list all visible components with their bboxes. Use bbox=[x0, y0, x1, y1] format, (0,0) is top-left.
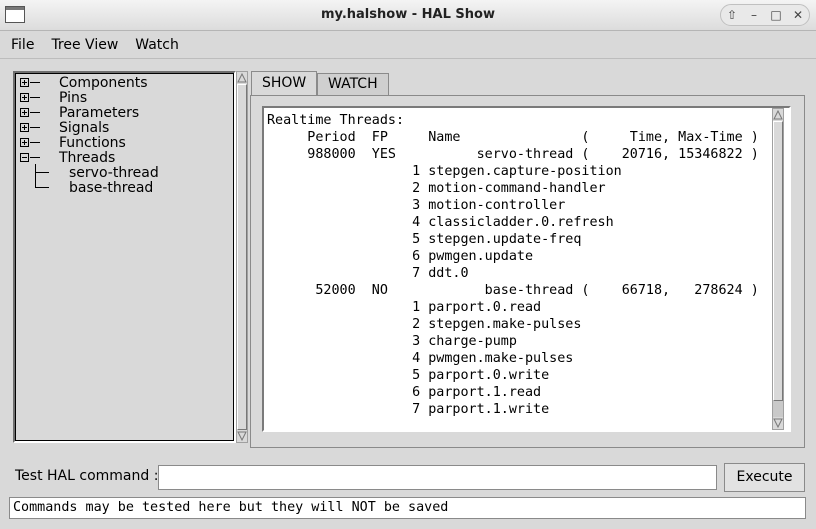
expand-icon[interactable] bbox=[20, 78, 29, 87]
tree-node-base-thread[interactable]: base-thread bbox=[69, 179, 154, 196]
tree-node-label: base-thread bbox=[69, 179, 154, 196]
tree-node-label: Parameters bbox=[59, 104, 140, 121]
menu-tree-view[interactable]: Tree View bbox=[45, 37, 124, 53]
tree-node-components[interactable]: Components bbox=[59, 74, 148, 91]
test-hal-command-label: Test HAL command : bbox=[15, 468, 159, 484]
minimize-icon[interactable]: – bbox=[744, 5, 764, 25]
tab-show[interactable]: SHOW bbox=[251, 71, 318, 96]
show-text-line: 6 pwmgen.update bbox=[267, 249, 534, 264]
collapse-icon[interactable] bbox=[20, 153, 29, 162]
expand-icon[interactable] bbox=[20, 93, 29, 102]
tree-node-label: Pins bbox=[59, 89, 88, 106]
scroll-thumb[interactable] bbox=[773, 121, 783, 401]
tree-node-parameters[interactable]: Parameters bbox=[59, 104, 140, 121]
show-text-line: 7 parport.1.write bbox=[267, 402, 550, 417]
show-text-line: 2 stepgen.make-pulses bbox=[267, 317, 582, 332]
scroll-up-arrow-icon[interactable] bbox=[773, 109, 783, 121]
maximize-icon[interactable]: □ bbox=[766, 5, 786, 25]
tree-connector bbox=[35, 187, 49, 188]
tree-connector bbox=[30, 82, 40, 83]
status-message: Commands may be tested here but they wil… bbox=[9, 497, 806, 519]
show-text-line: 7 ddt.0 bbox=[267, 266, 469, 281]
tab-watch[interactable]: WATCH bbox=[317, 73, 389, 96]
show-text-line: 3 charge-pump bbox=[267, 334, 517, 349]
tree-view-pane: Components Pins Parameters Signals Funct… bbox=[13, 71, 236, 443]
show-text-line: 1 parport.0.read bbox=[267, 300, 542, 315]
text-scrollbar[interactable] bbox=[772, 108, 784, 430]
show-text-line: Realtime Threads: bbox=[267, 113, 405, 128]
scroll-thumb[interactable] bbox=[237, 84, 247, 430]
expand-icon[interactable] bbox=[20, 108, 29, 117]
tree-node-servo-thread[interactable]: servo-thread bbox=[69, 164, 159, 181]
scroll-up-arrow-icon[interactable] bbox=[237, 72, 247, 84]
tree-connector bbox=[35, 164, 36, 187]
tree-connector bbox=[30, 127, 40, 128]
show-text-line: Period FP Name ( Time, Max-Time ) bbox=[267, 130, 759, 145]
tree-connector bbox=[35, 172, 49, 173]
show-text-line: 4 classicladder.0.refresh bbox=[267, 215, 614, 230]
tree-connector bbox=[30, 112, 40, 113]
window-controls: ⇧ – □ ✕ bbox=[720, 4, 810, 26]
show-text-content: Realtime Threads: Period FP Name ( Time,… bbox=[267, 112, 769, 428]
tree-node-label: servo-thread bbox=[69, 164, 159, 181]
show-text-line: 5 stepgen.update-freq bbox=[267, 232, 582, 247]
up-icon[interactable]: ⇧ bbox=[722, 5, 742, 25]
tree-node-label: Functions bbox=[59, 134, 126, 151]
expand-icon[interactable] bbox=[20, 138, 29, 147]
tree-scrollbar[interactable] bbox=[236, 71, 248, 443]
execute-button[interactable]: Execute bbox=[724, 463, 805, 492]
show-text-line: 5 parport.0.write bbox=[267, 368, 550, 383]
window-title: my.halshow - HAL Show bbox=[321, 7, 495, 22]
menu-watch[interactable]: Watch bbox=[129, 37, 185, 53]
show-text-line: 6 parport.1.read bbox=[267, 385, 542, 400]
show-text-line: 2 motion-command-handler bbox=[267, 181, 606, 196]
show-text-line: 52000 NO base-thread ( 66718, 278624 ) bbox=[267, 283, 759, 298]
tree-connector bbox=[30, 142, 40, 143]
show-text-line: 4 pwmgen.make-pulses bbox=[267, 351, 574, 366]
show-text-line: 1 stepgen.capture-position bbox=[267, 164, 622, 179]
show-text-area[interactable]: Realtime Threads: Period FP Name ( Time,… bbox=[262, 106, 791, 432]
tree-view-border bbox=[15, 73, 234, 441]
expand-icon[interactable] bbox=[20, 123, 29, 132]
tree-node-pins[interactable]: Pins bbox=[59, 89, 88, 106]
tree-node-label: Signals bbox=[59, 119, 110, 136]
tree-connector bbox=[30, 97, 40, 98]
menu-file[interactable]: File bbox=[5, 37, 40, 53]
show-text-line: 3 motion-controller bbox=[267, 198, 566, 213]
tree-node-threads[interactable]: Threads bbox=[59, 149, 116, 166]
scroll-down-arrow-icon[interactable] bbox=[237, 430, 247, 442]
tree-node-functions[interactable]: Functions bbox=[59, 134, 126, 151]
title-bar: my.halshow - HAL Show ⇧ – □ ✕ bbox=[0, 0, 816, 31]
tree-connector bbox=[30, 157, 40, 158]
scroll-down-arrow-icon[interactable] bbox=[773, 417, 783, 429]
tree-node-signals[interactable]: Signals bbox=[59, 119, 110, 136]
test-hal-command-input[interactable] bbox=[158, 465, 717, 490]
show-text-line: 988000 YES servo-thread ( 20716, 1534682… bbox=[267, 147, 759, 162]
tree-node-label: Components bbox=[59, 74, 148, 91]
close-icon[interactable]: ✕ bbox=[788, 5, 808, 25]
tree-node-label: Threads bbox=[59, 149, 116, 166]
menu-bar: File Tree View Watch bbox=[0, 31, 816, 59]
